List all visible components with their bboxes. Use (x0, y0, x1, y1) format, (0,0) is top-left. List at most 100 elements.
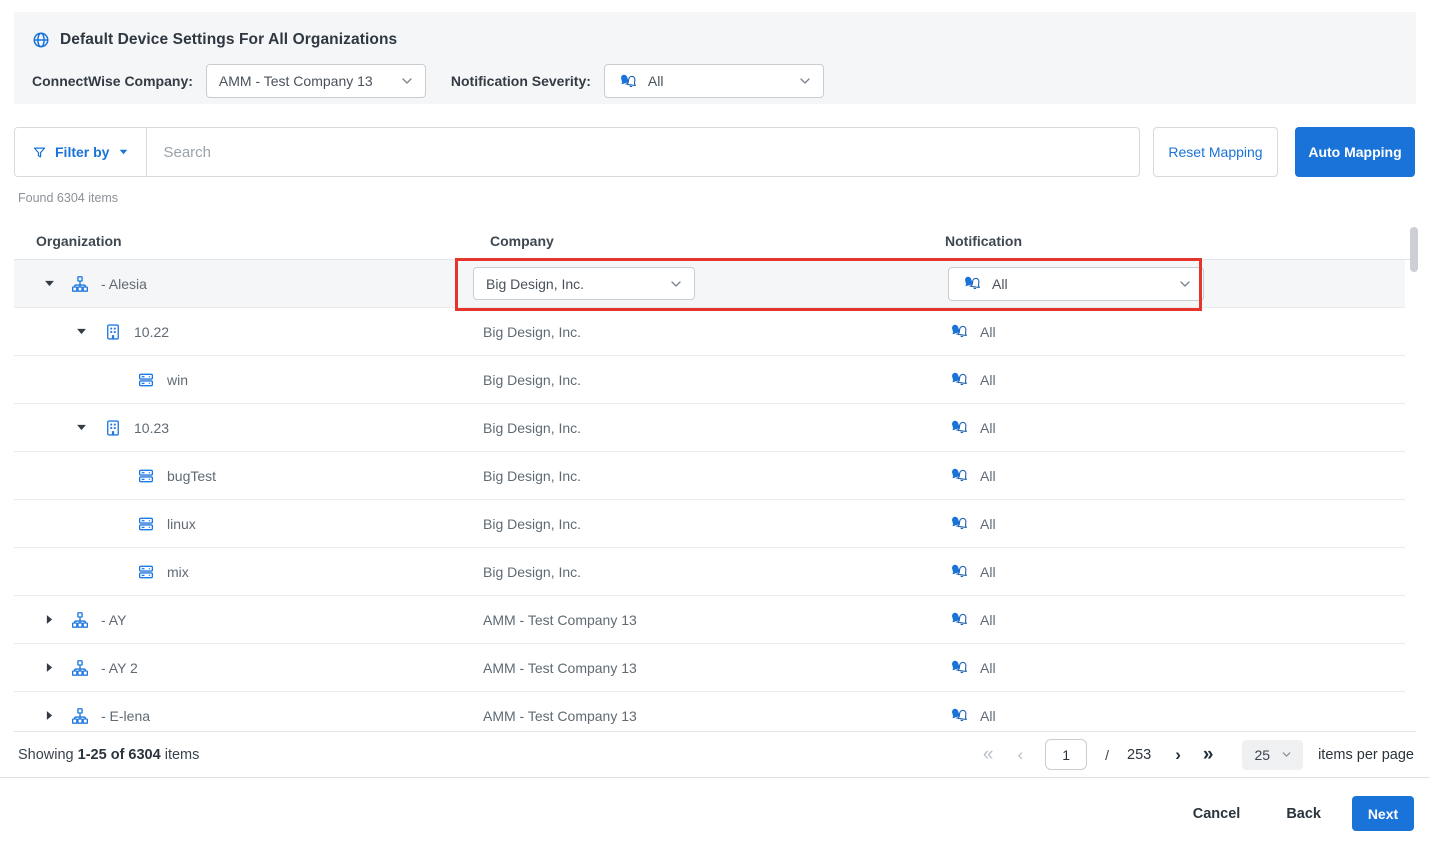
expand-collapse-toggle[interactable] (74, 424, 88, 431)
table-row[interactable]: linux Big Design, Inc. Big Design, Inc. … (14, 500, 1405, 548)
next-button[interactable]: Next (1352, 796, 1414, 831)
caret-right-icon (46, 614, 53, 625)
table-row[interactable]: - E-lena AMM - Test Company 13 AMM - Tes… (14, 692, 1405, 731)
organization-label: - AY (101, 612, 126, 628)
table-row[interactable]: - AY AMM - Test Company 13 AMM - Test Co… (14, 596, 1405, 644)
company-cell: Big Design, Inc. Big Design, Inc. (473, 500, 935, 547)
row-type-icon (137, 515, 155, 533)
caret-down-icon (76, 424, 87, 431)
back-button[interactable]: Back (1286, 806, 1321, 822)
table-row[interactable]: - AY 2 AMM - Test Company 13 AMM - Test … (14, 644, 1405, 692)
connectwise-company-select[interactable]: AMM - Test Company 13 (206, 64, 426, 98)
row-type-icon (71, 611, 89, 629)
notification-cell: All All (935, 404, 1405, 451)
company-cell: AMM - Test Company 13 AMM - Test Company… (473, 596, 935, 643)
pagination-bar: Showing 1-25 of 6304 items « ‹ / 253 › »… (14, 731, 1416, 777)
organization-cell: - AY 2 (14, 644, 473, 691)
notification-value: All (935, 418, 996, 437)
caret-down-icon (44, 280, 55, 287)
caret-right-icon (46, 662, 53, 673)
device-server-icon (137, 563, 155, 581)
chevron-down-icon (668, 276, 684, 292)
organization-label: - Alesia (101, 276, 147, 292)
organization-icon (71, 275, 89, 293)
table-row[interactable]: 10.22 Big Design, Inc. Big Design, Inc. … (14, 308, 1405, 356)
previous-page-button[interactable]: ‹ (1017, 746, 1023, 763)
auto-mapping-button[interactable]: Auto Mapping (1295, 127, 1415, 177)
notification-select[interactable]: All (948, 267, 1204, 301)
table-row[interactable]: mix Big Design, Inc. Big Design, Inc. Al… (14, 548, 1405, 596)
page-size-select[interactable]: 25 (1242, 740, 1304, 770)
organization-label: - AY 2 (101, 660, 138, 676)
device-server-icon (137, 467, 155, 485)
notification-value: All (935, 466, 996, 485)
row-type-icon (71, 659, 89, 677)
filter-by-button[interactable]: Filter by (15, 128, 147, 176)
company-name: Big Design, Inc. (473, 468, 581, 484)
notification-severity-label: Notification Severity: (451, 73, 591, 89)
expand-collapse-toggle[interactable] (42, 614, 56, 625)
last-page-button[interactable]: » (1203, 745, 1214, 764)
chevron-down-icon (399, 73, 415, 89)
page-size-value: 25 (1255, 747, 1271, 763)
organization-cell: bugTest (14, 452, 473, 499)
notification-cell: All All (935, 260, 1405, 307)
expand-collapse-toggle[interactable] (42, 662, 56, 673)
chevron-down-icon (1177, 276, 1193, 292)
column-header-organization: Organization (14, 233, 473, 249)
caret-down-icon (119, 149, 128, 155)
company-cell: Big Design, Inc. Big Design, Inc. (473, 404, 935, 451)
row-type-icon (104, 419, 122, 437)
company-name: Big Design, Inc. (473, 372, 581, 388)
found-items-count: Found 6304 items (18, 191, 118, 205)
site-building-icon (104, 323, 122, 341)
notification-severity-select[interactable]: All (604, 64, 824, 98)
organization-label: - E-lena (101, 708, 150, 724)
site-building-icon (104, 419, 122, 437)
organization-cell: mix (14, 548, 473, 595)
notification-cell: All All (935, 548, 1405, 595)
notification-value: All (935, 610, 996, 629)
first-page-button[interactable]: « (983, 745, 994, 764)
vertical-scrollbar-thumb[interactable] (1410, 227, 1418, 272)
page-title: Default Device Settings For All Organiza… (60, 31, 397, 49)
notification-cell: All All (935, 596, 1405, 643)
organization-label: 10.22 (134, 324, 169, 340)
notification-bells-icon (948, 658, 971, 677)
table-row[interactable]: win Big Design, Inc. Big Design, Inc. Al… (14, 356, 1405, 404)
organization-cell: linux (14, 500, 473, 547)
table-header-row: Organization Company Notification (14, 222, 1416, 260)
organization-label: bugTest (167, 468, 216, 484)
company-cell: Big Design, Inc. Big Design, Inc. (473, 356, 935, 403)
connectwise-company-value: AMM - Test Company 13 (219, 73, 373, 89)
company-name: Big Design, Inc. (473, 516, 581, 532)
company-name: AMM - Test Company 13 (473, 612, 637, 628)
mapping-table: Organization Company Notification - Ales… (14, 222, 1416, 731)
organization-icon (71, 659, 89, 677)
next-page-button[interactable]: › (1175, 746, 1181, 763)
notification-value: All (935, 322, 996, 341)
expand-collapse-toggle[interactable] (74, 328, 88, 335)
search-input[interactable] (147, 128, 1139, 176)
company-cell: Big Design, Inc. Big Design, Inc. (473, 260, 935, 307)
company-cell: Big Design, Inc. Big Design, Inc. (473, 308, 935, 355)
page-separator: / (1105, 747, 1109, 763)
cancel-button[interactable]: Cancel (1193, 806, 1241, 822)
table-row[interactable]: - Alesia Big Design, Inc. Big Design, In… (14, 260, 1405, 308)
table-row[interactable]: bugTest Big Design, Inc. Big Design, Inc… (14, 452, 1405, 500)
notification-cell: All All (935, 500, 1405, 547)
company-select[interactable]: Big Design, Inc. (473, 267, 695, 300)
expand-collapse-toggle[interactable] (42, 280, 56, 287)
notification-bells-icon (948, 418, 971, 437)
notification-cell: All All (935, 356, 1405, 403)
organization-cell: 10.22 (14, 308, 473, 355)
reset-mapping-button[interactable]: Reset Mapping (1153, 127, 1278, 177)
search-bar: Filter by (14, 127, 1140, 177)
table-row[interactable]: 10.23 Big Design, Inc. Big Design, Inc. … (14, 404, 1405, 452)
page-number-input[interactable] (1045, 739, 1087, 770)
total-pages: 253 (1127, 747, 1151, 763)
settings-header-panel: Default Device Settings For All Organiza… (14, 12, 1416, 104)
notification-bells-icon (948, 706, 971, 725)
filter-by-label: Filter by (55, 144, 109, 160)
expand-collapse-toggle[interactable] (42, 710, 56, 721)
